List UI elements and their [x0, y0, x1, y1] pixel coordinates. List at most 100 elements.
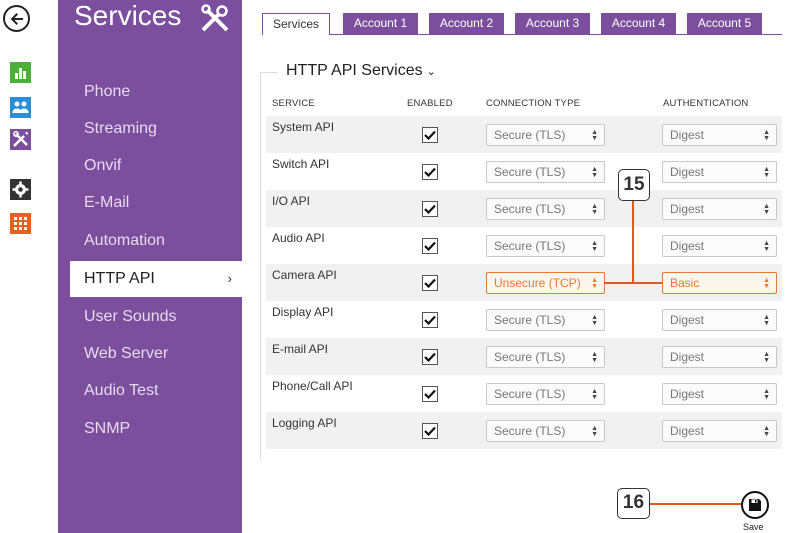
- authentication-select[interactable]: Digest ▲ ▼: [662, 198, 777, 220]
- select-arrows-icon: ▲ ▼: [591, 203, 598, 216]
- sidebar-item-onvif[interactable]: Onvif: [58, 148, 242, 184]
- connection-type-select[interactable]: Unsecure (TCP) ▲ ▼: [486, 272, 605, 294]
- callout-line: [650, 503, 742, 505]
- authentication-value: Digest: [670, 128, 705, 142]
- connection-type-select[interactable]: Secure (TLS) ▲ ▼: [486, 309, 605, 331]
- sidebar-item-web-server[interactable]: Web Server: [58, 336, 242, 372]
- tab-account-1[interactable]: Account 1: [343, 13, 418, 34]
- service-name: I/O API: [272, 194, 311, 208]
- connection-type-select[interactable]: Secure (TLS) ▲ ▼: [486, 198, 605, 220]
- select-arrows-icon: ▲ ▼: [763, 203, 770, 216]
- callout-line: [632, 201, 634, 283]
- authentication-select[interactable]: Digest ▲ ▼: [662, 346, 777, 368]
- service-name: Camera API: [272, 268, 337, 282]
- authentication-select[interactable]: Basic ▲ ▼: [662, 272, 777, 294]
- authentication-value: Basic: [670, 276, 700, 290]
- sidebar-item-phone[interactable]: Phone: [58, 74, 242, 110]
- chevron-right-icon: ›: [227, 271, 232, 286]
- tab-bar: Services Account 1 Account 2 Account 3 A…: [262, 13, 782, 35]
- chevron-down-icon: ⌄: [426, 66, 436, 78]
- sidebar-item-snmp[interactable]: SNMP: [58, 411, 242, 447]
- select-arrows-icon: ▲ ▼: [591, 240, 598, 253]
- authentication-value: Digest: [670, 424, 705, 438]
- enabled-checkbox[interactable]: [422, 127, 438, 143]
- select-arrows-icon: ▲ ▼: [763, 166, 770, 179]
- connection-type-select[interactable]: Secure (TLS) ▲ ▼: [486, 235, 605, 257]
- enabled-checkbox[interactable]: [422, 312, 438, 328]
- authentication-value: Digest: [670, 239, 705, 253]
- authentication-select[interactable]: Digest ▲ ▼: [662, 161, 777, 183]
- authentication-value: Digest: [670, 313, 705, 327]
- checkmark-icon: [424, 167, 436, 177]
- sidebar-item-http-api[interactable]: HTTP API ›: [70, 261, 242, 297]
- select-arrows-icon: ▲ ▼: [763, 240, 770, 253]
- table-row: Audio API Secure (TLS) ▲ ▼ Digest ▲ ▼: [266, 227, 782, 264]
- table-row: E-mail API Secure (TLS) ▲ ▼ Digest ▲ ▼: [266, 338, 782, 375]
- connection-type-value: Secure (TLS): [494, 424, 566, 438]
- sidebar-item-streaming[interactable]: Streaming: [58, 111, 242, 147]
- services-icon[interactable]: [10, 129, 31, 150]
- directory-icon[interactable]: [10, 97, 31, 118]
- authentication-select[interactable]: Digest ▲ ▼: [662, 420, 777, 442]
- checkmark-icon: [424, 315, 436, 325]
- enabled-checkbox[interactable]: [422, 386, 438, 402]
- tab-services[interactable]: Services: [262, 13, 330, 35]
- authentication-value: Digest: [670, 165, 705, 179]
- authentication-select[interactable]: Digest ▲ ▼: [662, 235, 777, 257]
- service-name: Display API: [272, 305, 334, 319]
- authentication-value: Digest: [670, 387, 705, 401]
- icon-rail: [0, 0, 58, 533]
- connection-type-select[interactable]: Secure (TLS) ▲ ▼: [486, 124, 605, 146]
- hardware-icon[interactable]: [10, 179, 31, 200]
- sidebar-item-label: HTTP API: [84, 270, 155, 287]
- table-row: I/O API Secure (TLS) ▲ ▼ Digest ▲ ▼: [266, 190, 782, 227]
- save-button[interactable]: [741, 491, 769, 519]
- enabled-checkbox[interactable]: [422, 201, 438, 217]
- section-title[interactable]: HTTP API Services ⌄: [286, 62, 436, 80]
- tab-account-3[interactable]: Account 3: [515, 13, 590, 34]
- back-button[interactable]: [3, 5, 30, 32]
- connection-type-select[interactable]: Secure (TLS) ▲ ▼: [486, 420, 605, 442]
- tab-account-2[interactable]: Account 2: [429, 13, 504, 34]
- checkmark-icon: [424, 204, 436, 214]
- connection-type-value: Secure (TLS): [494, 202, 566, 216]
- checkmark-icon: [424, 389, 436, 399]
- system-icon[interactable]: [10, 213, 31, 234]
- connection-type-select[interactable]: Secure (TLS) ▲ ▼: [486, 346, 605, 368]
- connection-type-select[interactable]: Secure (TLS) ▲ ▼: [486, 383, 605, 405]
- sidebar-title: Services: [74, 0, 182, 31]
- connection-type-select[interactable]: Secure (TLS) ▲ ▼: [486, 161, 605, 183]
- section-border: [260, 72, 261, 460]
- authentication-select[interactable]: Digest ▲ ▼: [662, 124, 777, 146]
- sidebar: Services Phone Streaming Onvif E-Mail Au…: [58, 0, 242, 533]
- enabled-checkbox[interactable]: [422, 423, 438, 439]
- sidebar-item-automation[interactable]: Automation: [58, 223, 242, 259]
- checkmark-icon: [424, 130, 436, 140]
- enabled-checkbox[interactable]: [422, 238, 438, 254]
- tab-account-4[interactable]: Account 4: [601, 13, 676, 34]
- connection-type-value: Secure (TLS): [494, 165, 566, 179]
- sidebar-item-audio-test[interactable]: Audio Test: [58, 373, 242, 409]
- checkmark-icon: [424, 241, 436, 251]
- select-arrows-icon: ▲ ▼: [591, 314, 598, 327]
- column-header-authentication: AUTHENTICATION: [663, 98, 749, 109]
- service-name: E-mail API: [272, 342, 329, 356]
- select-arrows-icon: ▲ ▼: [763, 314, 770, 327]
- select-arrows-icon: ▲ ▼: [591, 388, 598, 401]
- authentication-select[interactable]: Digest ▲ ▼: [662, 383, 777, 405]
- sidebar-item-email[interactable]: E-Mail: [58, 185, 242, 221]
- enabled-checkbox[interactable]: [422, 164, 438, 180]
- select-arrows-icon: ▲ ▼: [763, 425, 770, 438]
- table-row: Switch API Secure (TLS) ▲ ▼ Digest ▲ ▼: [266, 153, 782, 190]
- authentication-select[interactable]: Digest ▲ ▼: [662, 309, 777, 331]
- service-name: Audio API: [272, 231, 325, 245]
- tab-account-5[interactable]: Account 5: [687, 13, 762, 34]
- callout-15: 15: [618, 169, 650, 201]
- select-arrows-icon: ▲ ▼: [591, 129, 598, 142]
- service-name: Logging API: [272, 416, 337, 430]
- status-icon[interactable]: [10, 62, 31, 83]
- enabled-checkbox[interactable]: [422, 275, 438, 291]
- sidebar-item-user-sounds[interactable]: User Sounds: [58, 299, 242, 335]
- table-row: Phone/Call API Secure (TLS) ▲ ▼ Digest ▲ ▼: [266, 375, 782, 412]
- enabled-checkbox[interactable]: [422, 349, 438, 365]
